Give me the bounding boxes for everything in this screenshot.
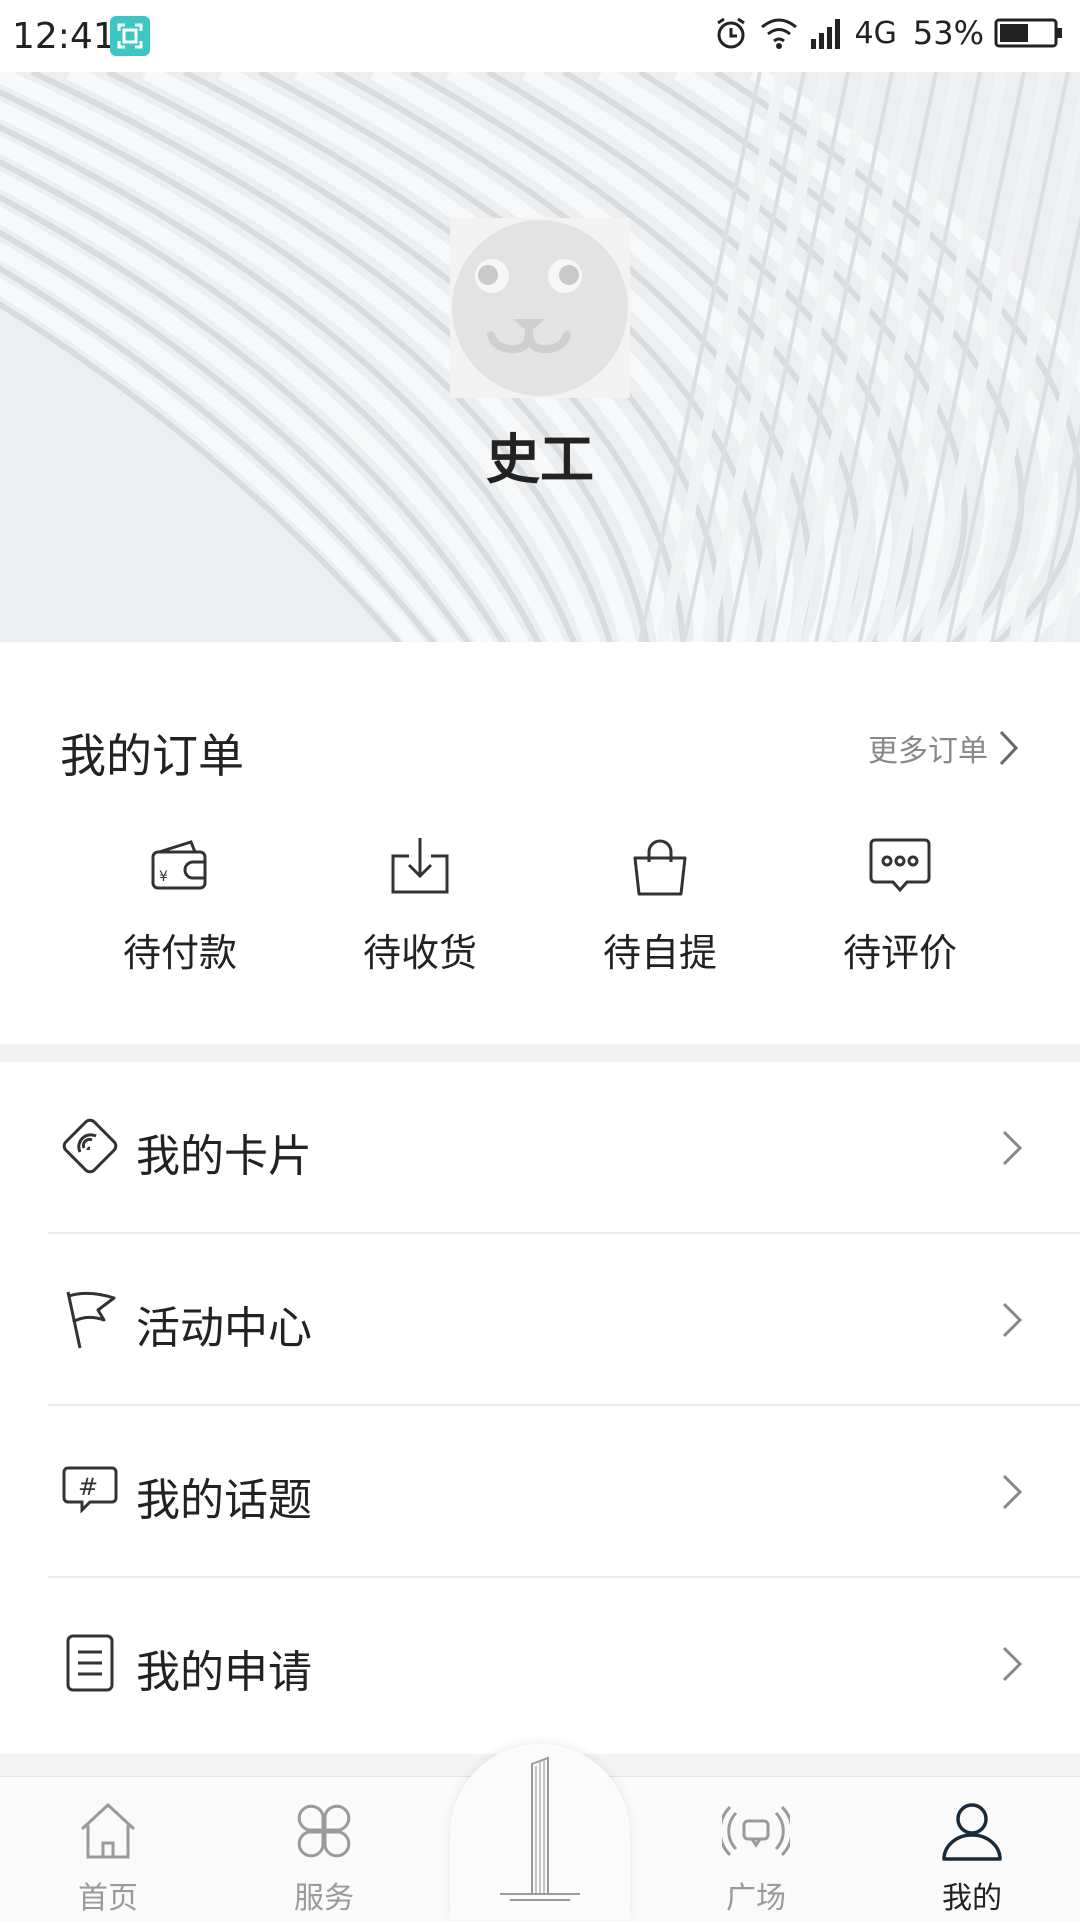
user-name: 史工 bbox=[486, 428, 594, 491]
nav-label: 我的 bbox=[942, 1881, 1002, 1916]
bear-avatar-icon bbox=[452, 220, 628, 396]
shopping-bag-icon bbox=[633, 839, 687, 896]
user-icon bbox=[942, 1803, 1002, 1861]
flag-icon bbox=[66, 1291, 116, 1349]
my-orders-section: 我的订单 更多订单 ¥ 待付款 待收货 待自提 待评价 bbox=[0, 642, 1080, 1044]
chevron-right-icon bbox=[999, 730, 1019, 766]
comment-icon bbox=[869, 838, 931, 893]
services-icon bbox=[297, 1804, 351, 1858]
nav-services[interactable]: 服务 bbox=[234, 1777, 414, 1921]
status-icons: 4G 53% bbox=[713, 14, 1064, 52]
chevron-right-icon bbox=[1002, 1646, 1023, 1682]
download-icon bbox=[391, 838, 449, 894]
order-item-pending-pickup[interactable]: 待自提 bbox=[540, 832, 780, 977]
order-item-label: 待付款 bbox=[122, 931, 237, 975]
chevron-right-icon bbox=[1002, 1474, 1023, 1510]
home-icon bbox=[80, 1803, 136, 1859]
topic-icon: # bbox=[62, 1466, 118, 1514]
menu-item-label: 活动中心 bbox=[136, 1303, 312, 1354]
order-item-pending-payment[interactable]: ¥ 待付款 bbox=[60, 832, 300, 977]
menu-item-label: 我的卡片 bbox=[136, 1131, 312, 1182]
nav-square[interactable]: 广场 bbox=[666, 1777, 846, 1921]
menu-item-my-applications[interactable]: 我的申请 bbox=[0, 1578, 1080, 1750]
orders-title: 我的订单 bbox=[60, 729, 244, 783]
signal-icon bbox=[810, 19, 840, 49]
avatar[interactable] bbox=[450, 218, 630, 398]
menu-item-my-cards[interactable]: 我的卡片 bbox=[0, 1062, 1080, 1234]
chevron-right-icon bbox=[1002, 1130, 1023, 1166]
order-item-label: 待收货 bbox=[362, 931, 477, 975]
status-time: 12:41 bbox=[12, 16, 116, 57]
nav-home[interactable]: 首页 bbox=[18, 1777, 198, 1921]
profile-menu: 我的卡片 活动中心 # 我的话题 我的申请 bbox=[0, 1062, 1080, 1750]
more-orders-label: 更多订单 bbox=[868, 734, 988, 769]
wifi-icon bbox=[760, 18, 797, 49]
order-item-pending-receipt[interactable]: 待收货 bbox=[300, 832, 540, 977]
chevron-right-icon bbox=[1002, 1302, 1023, 1338]
screen-capture-icon bbox=[110, 16, 150, 56]
square-broadcast-icon bbox=[722, 1805, 790, 1857]
menu-item-my-topics[interactable]: # 我的话题 bbox=[0, 1406, 1080, 1578]
status-bar: 12:41 4G 53% bbox=[0, 0, 1080, 72]
more-orders-link[interactable]: 更多订单 bbox=[868, 726, 1020, 770]
document-icon bbox=[66, 1634, 114, 1692]
network-type: 4G bbox=[854, 15, 897, 51]
wallet-icon: ¥ bbox=[151, 840, 207, 890]
order-item-label: 待评价 bbox=[842, 931, 957, 975]
nav-label: 首页 bbox=[78, 1881, 138, 1916]
building-icon bbox=[500, 1756, 580, 1901]
menu-item-label: 我的话题 bbox=[136, 1475, 312, 1526]
svg-text:¥: ¥ bbox=[159, 869, 168, 885]
profile-header: 史工 bbox=[0, 72, 1080, 642]
battery-icon bbox=[994, 18, 1062, 48]
nav-center-button[interactable] bbox=[450, 1744, 630, 1920]
nav-mine[interactable]: 我的 bbox=[882, 1777, 1062, 1921]
card-icon bbox=[62, 1118, 118, 1174]
alarm-icon bbox=[716, 17, 745, 49]
battery-percent: 53% bbox=[912, 14, 984, 52]
nav-label: 服务 bbox=[294, 1881, 354, 1916]
order-status-list: ¥ 待付款 待收货 待自提 待评价 bbox=[0, 832, 1080, 977]
section-divider bbox=[0, 1044, 1080, 1062]
order-item-pending-review[interactable]: 待评价 bbox=[780, 832, 1020, 977]
menu-item-label: 我的申请 bbox=[136, 1647, 312, 1698]
order-item-label: 待自提 bbox=[602, 931, 717, 975]
menu-item-activity-center[interactable]: 活动中心 bbox=[0, 1234, 1080, 1406]
svg-text:#: # bbox=[78, 1473, 98, 1501]
nav-label: 广场 bbox=[726, 1881, 786, 1916]
